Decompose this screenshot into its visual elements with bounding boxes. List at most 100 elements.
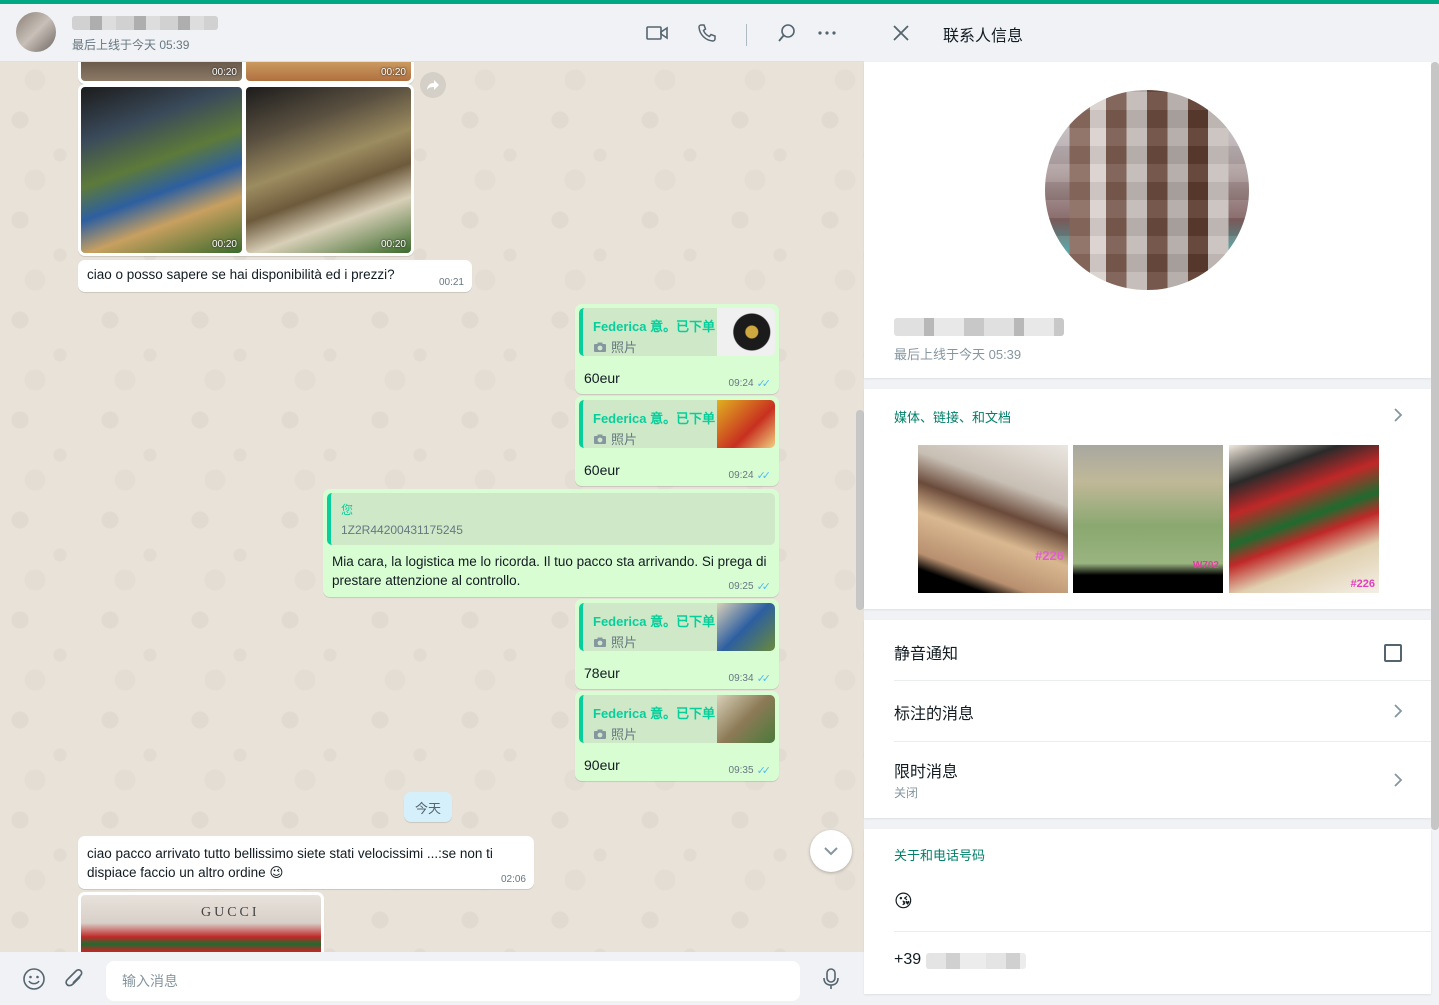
row-sublabel: 关闭 bbox=[894, 786, 919, 800]
scroll-to-bottom-button[interactable] bbox=[810, 830, 852, 872]
quote-sender: 您 bbox=[341, 503, 354, 517]
contact-name-redacted[interactable] bbox=[72, 16, 218, 30]
quote-type: 照片 bbox=[593, 724, 637, 743]
message-text: Mia cara, la logistica me lo ricorda. Il… bbox=[332, 554, 767, 588]
compose-bar bbox=[0, 952, 864, 1005]
media-section-label[interactable]: 媒体、链接、和文档 bbox=[894, 407, 1011, 426]
quoted-message[interactable]: Federica 意。已下单 照片 bbox=[579, 400, 775, 448]
disappearing-messages-row[interactable]: 限时消息 关闭 bbox=[864, 742, 1431, 818]
info-scrollbar[interactable] bbox=[1431, 62, 1439, 830]
profile-photo[interactable] bbox=[1045, 90, 1249, 290]
profile-card: 最后上线于今天 05:39 bbox=[864, 62, 1431, 378]
message-time: 09:35 ✓✓ bbox=[729, 764, 772, 777]
quote-type: 照片 bbox=[593, 337, 637, 356]
row-divider bbox=[894, 931, 1431, 932]
message-text: 60eur bbox=[584, 462, 620, 478]
mute-notifications-row[interactable]: 静音通知 bbox=[864, 620, 1431, 680]
read-ticks-icon: ✓✓ bbox=[756, 581, 772, 593]
message-list[interactable]: 00:20 00:20 00:20 00:20 ciao o posso sap… bbox=[0, 52, 864, 965]
image-duration: 00:20 bbox=[380, 67, 406, 78]
starred-messages-row[interactable]: 标注的消息 bbox=[864, 681, 1431, 741]
emoji-icon[interactable] bbox=[21, 966, 47, 992]
chat-header[interactable]: 最后上线于今天 05:39 bbox=[0, 4, 864, 62]
quote-text: 1Z2R44200431175245 bbox=[341, 523, 463, 537]
quoted-message[interactable]: Federica 意。已下单 照片 bbox=[579, 695, 775, 743]
media-tag: #226 bbox=[1035, 548, 1064, 563]
quoted-message[interactable]: Federica 意。已下单 照片 bbox=[579, 308, 775, 356]
outgoing-reply-message[interactable]: Federica 意。已下单 照片 90eur 09:35 ✓✓ bbox=[575, 691, 779, 781]
image-thumb[interactable]: 00:20 bbox=[246, 87, 411, 253]
read-ticks-icon: ✓✓ bbox=[756, 378, 772, 390]
quote-sender: Federica 意。已下单 bbox=[593, 319, 716, 334]
message-text: ciao o posso sapere se hai disponibilità… bbox=[87, 267, 395, 282]
search-icon[interactable] bbox=[774, 20, 800, 46]
video-call-icon[interactable] bbox=[644, 20, 670, 46]
more-options-icon[interactable] bbox=[814, 20, 840, 46]
read-ticks-icon: ✓✓ bbox=[756, 470, 772, 482]
image-duration: 00:20 bbox=[211, 239, 237, 250]
row-label: 标注的消息 bbox=[894, 706, 975, 723]
media-tag: #226 bbox=[1350, 578, 1375, 590]
read-ticks-icon: ✓✓ bbox=[756, 673, 772, 685]
message-time: 09:34 ✓✓ bbox=[729, 672, 772, 685]
outgoing-reply-message[interactable]: Federica 意。已下单 照片 60eur 09:24 ✓✓ bbox=[575, 304, 779, 394]
outgoing-reply-message[interactable]: Federica 意。已下单 照片 60eur 09:24 ✓✓ bbox=[575, 396, 779, 486]
settings-card: 静音通知 标注的消息 限时消息 关闭 bbox=[864, 620, 1431, 818]
image-duration: 00:20 bbox=[380, 239, 406, 250]
quote-thumbnail bbox=[717, 603, 775, 651]
quote-type: 照片 bbox=[593, 632, 637, 651]
message-text: 78eur bbox=[584, 665, 620, 681]
message-input[interactable] bbox=[106, 961, 800, 1001]
profile-last-seen: 最后上线于今天 05:39 bbox=[894, 347, 1022, 362]
quoted-message[interactable]: Federica 意。已下单 照片 bbox=[579, 603, 775, 651]
image-duration: 00:20 bbox=[211, 67, 237, 78]
about-section-label: 关于和电话号码 bbox=[894, 848, 986, 863]
quoted-message[interactable]: 您 1Z2R44200431175245 bbox=[327, 493, 775, 545]
incoming-message[interactable]: ciao o posso sapere se hai disponibilità… bbox=[78, 260, 472, 292]
attach-icon[interactable] bbox=[62, 966, 88, 992]
outgoing-tracking-message[interactable]: 您 1Z2R44200431175245 Mia cara, la logist… bbox=[323, 489, 779, 597]
about-card: 关于和电话号码 😘 +39 bbox=[864, 829, 1431, 994]
microphone-icon[interactable] bbox=[818, 966, 844, 992]
media-thumb[interactable]: #226 bbox=[918, 445, 1068, 593]
contact-info-title: 联系人信息 bbox=[943, 28, 1024, 45]
media-tag: W702 bbox=[1192, 560, 1219, 571]
image-group-shoes[interactable]: 00:20 00:20 bbox=[78, 84, 414, 256]
quote-sender: Federica 意。已下单 bbox=[593, 706, 716, 721]
camera-icon bbox=[594, 434, 606, 444]
image-brand-text: GUCCI bbox=[201, 905, 260, 920]
quote-thumbnail bbox=[717, 695, 775, 743]
read-ticks-icon: ✓✓ bbox=[756, 765, 772, 777]
chat-pane: 最后上线于今天 05:39 00:20 00:20 00:20 00:20 ci… bbox=[0, 0, 864, 1005]
media-thumb[interactable]: W702 bbox=[1073, 445, 1223, 593]
phone-number[interactable]: +39 bbox=[894, 951, 921, 969]
contact-avatar[interactable] bbox=[16, 12, 56, 52]
outgoing-reply-message[interactable]: Federica 意。已下单 照片 78eur 09:34 ✓✓ bbox=[575, 599, 779, 689]
phone-number-redacted bbox=[926, 953, 1026, 969]
quote-type: 照片 bbox=[593, 429, 637, 448]
quote-thumbnail bbox=[717, 400, 775, 448]
image-thumb[interactable]: 00:20 bbox=[81, 87, 242, 253]
top-accent-bar bbox=[0, 0, 1439, 4]
media-thumb[interactable]: #226 bbox=[1229, 445, 1379, 593]
chevron-right-icon[interactable] bbox=[1388, 405, 1408, 425]
media-card[interactable]: 媒体、链接、和文档 #226 W702 #226 bbox=[864, 389, 1431, 609]
chat-scrollbar[interactable] bbox=[856, 410, 864, 610]
voice-call-icon[interactable] bbox=[694, 20, 720, 46]
camera-icon bbox=[594, 729, 606, 739]
forward-icon[interactable] bbox=[420, 72, 446, 98]
camera-icon bbox=[594, 637, 606, 647]
quote-thumbnail bbox=[717, 308, 775, 356]
incoming-message[interactable]: ciao pacco arrivato tutto bellissimo sie… bbox=[78, 836, 534, 889]
message-time: 09:24 ✓✓ bbox=[729, 469, 772, 482]
close-icon[interactable] bbox=[888, 20, 914, 46]
message-text: ciao pacco arrivato tutto bellissimo sie… bbox=[87, 846, 493, 880]
chevron-right-icon bbox=[1388, 701, 1408, 721]
message-text: 90eur bbox=[584, 757, 620, 773]
date-divider: 今天 bbox=[404, 792, 452, 822]
camera-icon bbox=[594, 342, 606, 352]
message-text: 60eur bbox=[584, 370, 620, 386]
mute-checkbox[interactable] bbox=[1384, 644, 1402, 662]
quote-sender: Federica 意。已下单 bbox=[593, 614, 716, 629]
quote-sender: Federica 意。已下单 bbox=[593, 411, 716, 426]
